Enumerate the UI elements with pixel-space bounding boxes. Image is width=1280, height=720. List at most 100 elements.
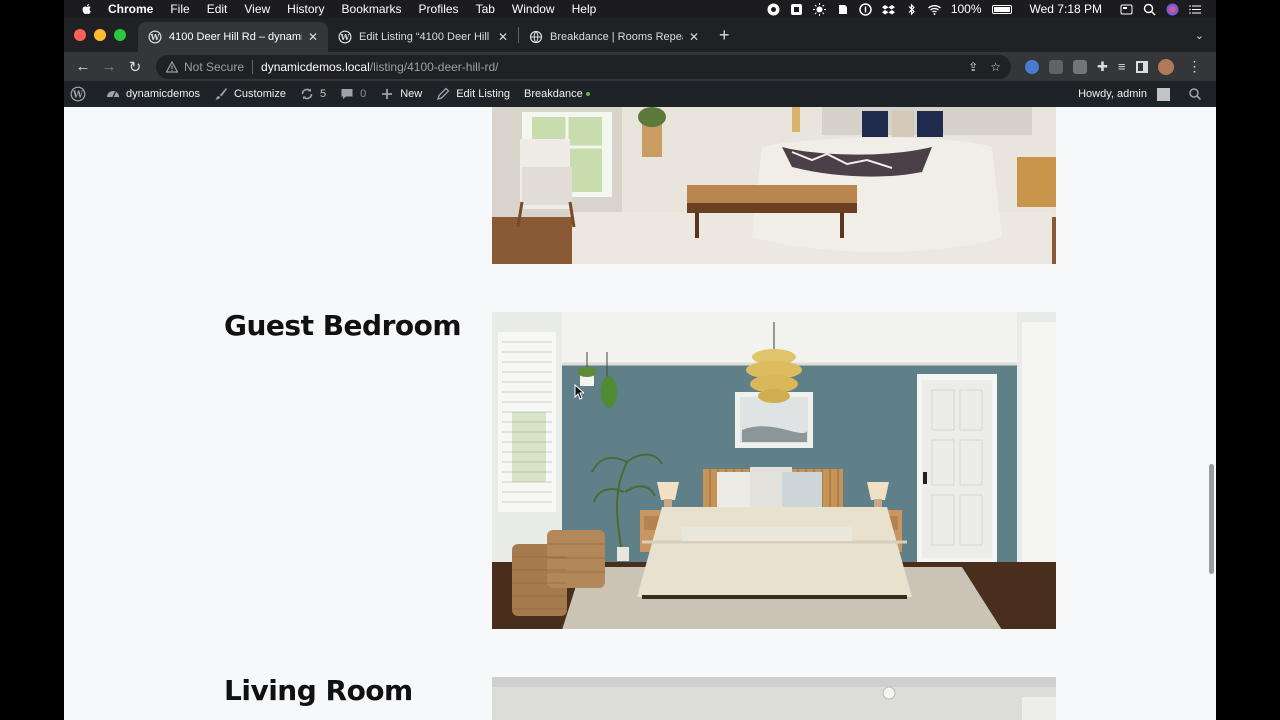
wordpress-icon: W xyxy=(148,30,162,44)
side-panel-icon[interactable] xyxy=(1135,60,1148,73)
new-label: New xyxy=(400,88,423,100)
wp-site-name[interactable]: dynamicdemos xyxy=(106,87,200,101)
chrome-menu-icon[interactable]: ⋮ xyxy=(1188,58,1202,75)
svg-text:W: W xyxy=(72,89,84,100)
tab-title: 4100 Deer Hill Rd – dynamicde xyxy=(169,31,302,43)
breakdance-label: Breakdance xyxy=(524,88,583,100)
close-tab-icon[interactable]: ✕ xyxy=(308,30,318,44)
tab-breakdance[interactable]: Breakdance | Rooms Repeater ✕ xyxy=(519,22,709,52)
chrome-tab-strip: W 4100 Deer Hill Rd – dynamicde ✕ W Edit… xyxy=(64,18,1216,52)
extension-code-icon[interactable] xyxy=(1049,59,1063,74)
extension-gray-icon[interactable] xyxy=(1073,59,1087,74)
security-label[interactable]: Not Secure xyxy=(184,60,244,74)
brightness-icon[interactable] xyxy=(812,2,826,16)
screen: Chrome File Edit View History Bookmarks … xyxy=(0,0,1280,720)
updates-refresh-icon xyxy=(301,88,313,100)
customize-label: Customize xyxy=(233,88,286,100)
siri-icon[interactable] xyxy=(1166,3,1179,16)
dropbox-icon[interactable] xyxy=(881,3,895,16)
macos-menubar: Chrome File Edit View History Bookmarks … xyxy=(64,0,1216,18)
battery-percent: 100% xyxy=(950,2,982,16)
admin-avatar[interactable] xyxy=(1157,87,1170,101)
wp-customize[interactable]: Customize xyxy=(214,87,286,101)
onepassword-icon[interactable] xyxy=(859,2,872,16)
menu-history[interactable]: History xyxy=(287,2,324,16)
notification-center-icon[interactable] xyxy=(1189,3,1202,16)
warning-triangle-icon[interactable] xyxy=(166,60,178,73)
tab-edit-listing[interactable]: W Edit Listing “4100 Deer Hill Rd ✕ xyxy=(328,22,518,52)
menu-view[interactable]: View xyxy=(244,2,270,16)
evernote-icon[interactable] xyxy=(836,3,849,16)
comments-count: 0 xyxy=(360,88,367,100)
new-tab-plus-icon[interactable]: + xyxy=(719,25,730,46)
puzzle-extensions-icon[interactable]: ✚ xyxy=(1097,59,1108,75)
howdy-admin-menu[interactable]: Howdy, admin xyxy=(1078,88,1147,100)
menubar-clock[interactable]: Wed 7:18 PM xyxy=(1030,2,1102,16)
menu-app-chrome[interactable]: Chrome xyxy=(108,2,153,16)
living-room-photo-image xyxy=(492,677,1056,720)
tab-search-chevron-icon[interactable]: ⌄ xyxy=(1195,29,1204,42)
svg-text:W: W xyxy=(340,32,351,42)
page-scrollbar-thumb[interactable] xyxy=(1209,464,1214,574)
control-center-icon[interactable] xyxy=(1120,3,1133,16)
wp-edit-listing[interactable]: Edit Listing xyxy=(436,87,510,101)
wp-new-content[interactable]: New xyxy=(380,87,422,101)
wordpress-logo-icon: W xyxy=(70,86,86,102)
close-window-button[interactable] xyxy=(74,29,86,41)
menu-help[interactable]: Help xyxy=(572,2,597,16)
room-photo-bedroom xyxy=(492,107,1056,264)
minimize-window-button[interactable] xyxy=(94,29,106,41)
status-dot-icon xyxy=(585,92,590,96)
chrome-toolbar: ← → ↻ Not Secure dynamicdemos.local/list… xyxy=(64,52,1216,81)
wifi-icon[interactable] xyxy=(927,3,941,16)
updates-count: 5 xyxy=(319,88,327,100)
search-icon[interactable] xyxy=(1188,87,1202,101)
tab-listing-page[interactable]: W 4100 Deer Hill Rd – dynamicde ✕ xyxy=(138,22,328,52)
bookmark-star-icon[interactable]: ☆ xyxy=(990,60,1001,74)
site-name-label: dynamicdemos xyxy=(126,88,200,100)
extension-grammar-icon[interactable] xyxy=(1025,59,1039,74)
url-path: /listing/4100-deer-hill-rd/ xyxy=(369,59,499,74)
wp-updates[interactable]: 5 xyxy=(300,87,326,101)
bluetooth-icon[interactable] xyxy=(905,3,918,16)
reading-list-icon[interactable]: ≡ xyxy=(1118,59,1126,74)
screen-record-icon[interactable] xyxy=(767,3,780,16)
close-tab-icon[interactable]: ✕ xyxy=(689,30,699,44)
menu-edit[interactable]: Edit xyxy=(207,2,228,16)
menu-bookmarks[interactable]: Bookmarks xyxy=(342,2,402,16)
battery-icon[interactable] xyxy=(991,4,1012,14)
address-bar[interactable]: Not Secure dynamicdemos.local/listing/41… xyxy=(156,54,1011,79)
forward-arrow-icon[interactable]: → xyxy=(96,58,122,75)
wp-account-area: Howdy, admin xyxy=(1078,87,1208,101)
extensions-area: ✚ ≡ ⋮ xyxy=(1025,58,1202,75)
close-tab-icon[interactable]: ✕ xyxy=(498,30,508,44)
menubar-status-area: 100% Wed 7:18 PM xyxy=(767,2,1202,16)
room-photo-living-room xyxy=(492,677,1056,720)
share-icon[interactable]: ⇪ xyxy=(968,60,978,74)
room-title-guest-bedroom: Guest Bedroom xyxy=(224,309,462,342)
tab-title: Edit Listing “4100 Deer Hill Rd xyxy=(359,31,492,43)
menu-file[interactable]: File xyxy=(170,2,189,16)
wp-breakdance[interactable]: Breakdance xyxy=(524,88,590,100)
back-arrow-icon[interactable]: ← xyxy=(70,58,96,75)
menu-profiles[interactable]: Profiles xyxy=(419,2,459,16)
guest-bedroom-photo-image xyxy=(492,312,1056,629)
wp-comments[interactable]: 0 xyxy=(340,87,366,101)
omnibox-actions: ⇪ ☆ xyxy=(968,60,1001,74)
reload-icon[interactable]: ↻ xyxy=(122,58,148,76)
comment-bubble-icon xyxy=(341,89,353,99)
room-photo-guest-bedroom xyxy=(492,312,1056,629)
capture-icon[interactable] xyxy=(790,3,803,16)
bedroom-photo-image xyxy=(492,107,1056,264)
globe-icon xyxy=(529,30,543,44)
spotlight-search-icon[interactable] xyxy=(1143,3,1156,16)
menu-window[interactable]: Window xyxy=(512,2,555,16)
listing-page-content: Guest Bedroom Living Room xyxy=(64,107,1216,720)
plus-icon xyxy=(382,89,393,99)
wp-logo-menu[interactable]: W xyxy=(70,86,92,102)
zoom-window-button[interactable] xyxy=(114,29,126,41)
profile-avatar[interactable] xyxy=(1157,58,1174,75)
menu-tab[interactable]: Tab xyxy=(476,2,495,16)
svg-text:W: W xyxy=(150,32,161,42)
apple-icon[interactable] xyxy=(80,2,94,16)
